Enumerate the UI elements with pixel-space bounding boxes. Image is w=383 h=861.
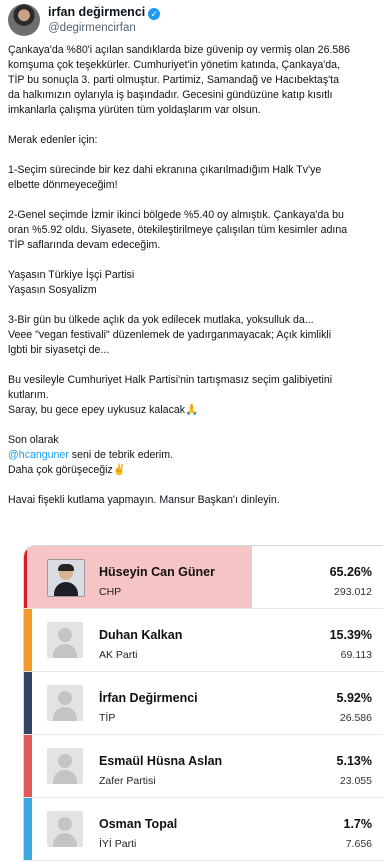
tweet-text: Çankaya'da %80'i açılan sandıklarda bize… <box>8 43 376 508</box>
vote-count: 7.656 <box>345 838 372 850</box>
candidate-photo <box>47 559 85 597</box>
avatar[interactable] <box>8 4 40 36</box>
tweet-line: lgbti bir siyasetçi de... <box>8 344 110 356</box>
party-name: İYİ Parti <box>99 838 137 850</box>
author-handle[interactable]: @degirmencirfan <box>48 22 136 34</box>
vote-percent: 15.39% <box>329 628 372 642</box>
tweet-line: TİP saflarında devam edeceğim. <box>8 239 161 251</box>
author-name-text[interactable]: irfan değirmenci <box>48 5 145 19</box>
tweet-line: 3-Bir gün bu ülkede açlık da yok edilece… <box>8 314 314 326</box>
candidate-row[interactable]: Esmaül Hüsna Aslan Zafer Partisi 5.13% 23.0… <box>24 735 383 798</box>
tweet-paragraph: 2-Genel seçimde İzmir ikinci bölgede %5.… <box>8 208 376 253</box>
candidate-name: Hüseyin Can Güner <box>99 565 215 579</box>
vote-count: 69.113 <box>340 649 372 661</box>
tweet-line: Yaşasın Sosyalizm <box>8 284 97 296</box>
tweet-line: Havai fişekli kutlama yapmayın. Mansur B… <box>8 494 280 506</box>
placeholder-person-icon <box>47 622 83 658</box>
election-results-card[interactable]: Hüseyin Can Güner CHP 65.26% 293.012 Duhan K… <box>23 545 383 861</box>
placeholder-person-icon <box>47 811 83 847</box>
party-color-bar <box>24 798 32 860</box>
party-name: AK Parti <box>99 649 138 661</box>
tweet-paragraph: Havai fişekli kutlama yapmayın. Mansur B… <box>8 493 376 508</box>
tweet-line: kutlarım. <box>8 389 49 401</box>
tweet-paragraph: 1-Seçim sürecinde bir kez dahi ekranına … <box>8 163 376 193</box>
tweet-line: 1-Seçim sürecinde bir kez dahi ekranına … <box>8 164 322 176</box>
vote-percent: 65.26% <box>329 565 372 579</box>
party-color-bar <box>24 609 32 671</box>
tweet-line: elbette dönmeyeceğim! <box>8 179 118 191</box>
candidate-row[interactable]: Duhan Kalkan AK Parti 15.39% 69.113 <box>24 609 383 672</box>
tweet-line: Çankaya'da %80'i açılan sandıklarda bize… <box>8 44 351 56</box>
vote-percent: 5.92% <box>336 691 372 705</box>
vote-count: 26.586 <box>339 712 372 724</box>
tweet-line: Saray, bu gece epey uykusuz kalacak🙏 <box>8 404 199 416</box>
tweet-header: irfan değirmenci ✓ @degirmencirfan <box>8 4 378 38</box>
party-color-bar <box>24 546 27 608</box>
party-name: Zafer Partisi <box>99 775 156 787</box>
vote-count: 293.012 <box>334 586 372 598</box>
candidate-name: Esmaül Hüsna Aslan <box>99 754 223 768</box>
mention-link[interactable]: @hcanguner <box>8 449 69 461</box>
tweet-line: Daha çok görüşeceğiz✌️ <box>8 464 127 476</box>
tweet-paragraph: Bu vesileyle Cumhuriyet Halk Partisi'nin… <box>8 373 376 418</box>
candidate-row[interactable]: Osman Topal İYİ Parti 1.7% 7.656 <box>24 798 383 861</box>
placeholder-person-icon <box>47 748 83 784</box>
tweet-line: Veee "vegan festivali" düzenlemek de yad… <box>8 329 332 341</box>
party-color-bar <box>24 735 32 797</box>
vote-count: 23.055 <box>339 775 372 787</box>
verified-badge-icon: ✓ <box>148 8 161 20</box>
tweet-line: Merak edenler için: <box>8 134 98 146</box>
tweet-line-rest: seni de tebrik ederim. <box>68 449 174 461</box>
tweet-paragraph: Çankaya'da %80'i açılan sandıklarda bize… <box>8 43 376 118</box>
candidate-name: Duhan Kalkan <box>99 628 183 642</box>
tweet-line: Son olarak <box>8 434 59 446</box>
author-name[interactable]: irfan değirmenci ✓ <box>48 5 161 20</box>
tweet-paragraph: Merak edenler için: <box>8 133 376 148</box>
vote-percent: 5.13% <box>336 754 372 768</box>
tweet-paragraph: 3-Bir gün bu ülkede açlık da yok edilece… <box>8 313 376 358</box>
candidate-row[interactable]: İrfan Değirmenci TİP 5.92% 26.586 <box>24 672 383 735</box>
tweet-line: TİP bu sonuçla 3. parti olmuştur. Partim… <box>8 74 339 86</box>
party-name: CHP <box>99 586 122 598</box>
tweet-line: imkanlarla çalışma yürüten tüm yoldaşlar… <box>8 104 261 116</box>
tweet-paragraph: Yaşasın Türkiye İşçi Partisi Yaşasın Sosy… <box>8 268 376 298</box>
placeholder-person-icon <box>47 685 83 721</box>
party-name: TİP <box>99 712 116 724</box>
vote-percent: 1.7% <box>343 817 373 831</box>
candidate-name: Osman Topal <box>99 817 178 831</box>
tweet-paragraph: Son olarak @hcanguner seni de tebrik eder… <box>8 433 376 478</box>
party-color-bar <box>24 672 32 734</box>
candidate-row[interactable]: Hüseyin Can Güner CHP 65.26% 293.012 <box>24 546 383 609</box>
tweet-line: Bu vesileyle Cumhuriyet Halk Partisi'nin… <box>8 374 333 386</box>
tweet-line: oran %5.92 oldu. Siyasete, ötekileştiril… <box>8 224 348 236</box>
tweet-line: da halkımızın oylarıyla iş başındadır. G… <box>8 89 333 101</box>
tweet-line: komşuma çok teşekkürler. Cumhuriyet'in y… <box>8 59 341 71</box>
tweet-line: Yaşasın Türkiye İşçi Partisi <box>8 269 135 281</box>
tweet-line: 2-Genel seçimde İzmir ikinci bölgede %5.… <box>8 209 344 221</box>
tweet-line: @hcanguner seni de tebrik ederim. <box>8 448 376 463</box>
candidate-name: İrfan Değirmenci <box>99 691 198 705</box>
